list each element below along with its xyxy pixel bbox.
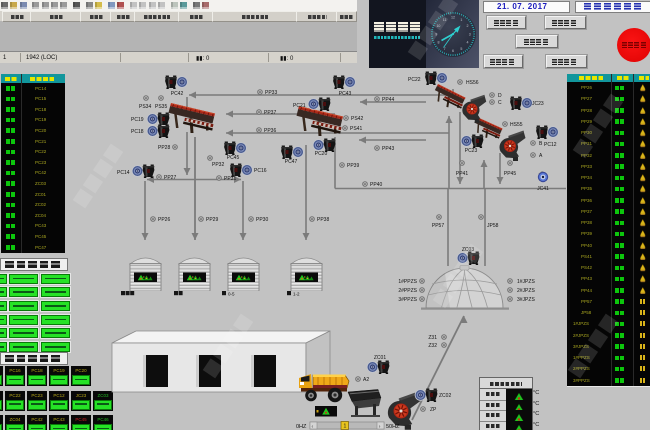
svg-text:PC21: PC21 — [293, 103, 306, 109]
svg-text:2#JPZS: 2#JPZS — [517, 288, 535, 294]
svg-text:ZC01: ZC01 — [374, 355, 386, 361]
svg-text:PP45: PP45 — [504, 171, 516, 177]
svg-text:PP39: PP39 — [347, 163, 359, 169]
svg-text:PC47: PC47 — [285, 159, 298, 165]
svg-text:3#PPZS: 3#PPZS — [398, 297, 417, 303]
svg-text:PC18: PC18 — [131, 129, 144, 135]
svg-text:50HZ: 50HZ — [386, 424, 400, 430]
svg-text:2#PPZS: 2#PPZS — [398, 288, 417, 294]
svg-text:B: B — [539, 141, 543, 147]
svg-text:0-5: 0-5 — [228, 291, 235, 296]
svg-text:PS34: PS34 — [139, 104, 151, 110]
svg-text:JC23: JC23 — [532, 101, 544, 107]
svg-text:PP36: PP36 — [264, 128, 276, 134]
svg-text:PP57: PP57 — [432, 223, 444, 229]
svg-text:ZC03: ZC03 — [462, 247, 474, 253]
svg-text:A: A — [539, 153, 543, 159]
svg-text:PC22: PC22 — [408, 77, 421, 83]
svg-text:PC20: PC20 — [315, 151, 328, 157]
svg-text:PC19: PC19 — [131, 117, 144, 123]
svg-text:PP28: PP28 — [158, 145, 170, 151]
svg-text:PP30: PP30 — [256, 217, 268, 223]
svg-text:PC43: PC43 — [339, 91, 352, 97]
svg-text:PP29: PP29 — [206, 217, 218, 223]
svg-text:PS42: PS42 — [351, 116, 363, 122]
svg-text:JP58: JP58 — [487, 223, 499, 229]
svg-text:PP41: PP41 — [456, 171, 468, 177]
svg-text:PC16: PC16 — [254, 168, 267, 174]
svg-text:1#JPZS: 1#JPZS — [517, 279, 535, 285]
svg-text:PS35: PS35 — [155, 104, 167, 110]
svg-text:3#JPZS: 3#JPZS — [517, 297, 535, 303]
svg-text:HS55: HS55 — [510, 122, 523, 128]
svg-text:PP31: PP31 — [224, 176, 236, 182]
svg-text:1#PPZS: 1#PPZS — [398, 279, 417, 285]
svg-text:1: 1 — [343, 424, 346, 430]
svg-text:PP33: PP33 — [265, 90, 277, 96]
svg-text:PP32: PP32 — [212, 162, 224, 168]
svg-text:PC23: PC23 — [465, 148, 478, 154]
svg-text:C: C — [498, 100, 502, 106]
svg-text:PP27: PP27 — [164, 175, 176, 181]
svg-text:PC45: PC45 — [227, 155, 240, 161]
svg-text:Z31: Z31 — [428, 335, 437, 341]
svg-text:PP44: PP44 — [382, 97, 394, 103]
svg-text:ZC02: ZC02 — [439, 393, 451, 399]
svg-text:PC14: PC14 — [117, 170, 130, 176]
svg-text:D: D — [498, 93, 502, 99]
svg-text:Z32: Z32 — [428, 343, 437, 349]
svg-text:A2: A2 — [363, 377, 369, 383]
svg-text:PC12: PC12 — [544, 142, 557, 148]
svg-text:PP26: PP26 — [158, 217, 170, 223]
svg-text:PP40: PP40 — [370, 182, 382, 188]
svg-text:ZP: ZP — [430, 407, 437, 413]
svg-text:JC41: JC41 — [537, 186, 549, 192]
svg-text:0HZ: 0HZ — [296, 424, 307, 430]
svg-text:PS41: PS41 — [350, 126, 362, 132]
svg-text:PC42: PC42 — [171, 91, 184, 97]
svg-text:1-2: 1-2 — [293, 291, 300, 296]
svg-text:HS56: HS56 — [466, 80, 479, 86]
svg-text:PP43: PP43 — [382, 146, 394, 152]
svg-text:PP37: PP37 — [264, 110, 276, 116]
svg-text:PP38: PP38 — [317, 217, 329, 223]
